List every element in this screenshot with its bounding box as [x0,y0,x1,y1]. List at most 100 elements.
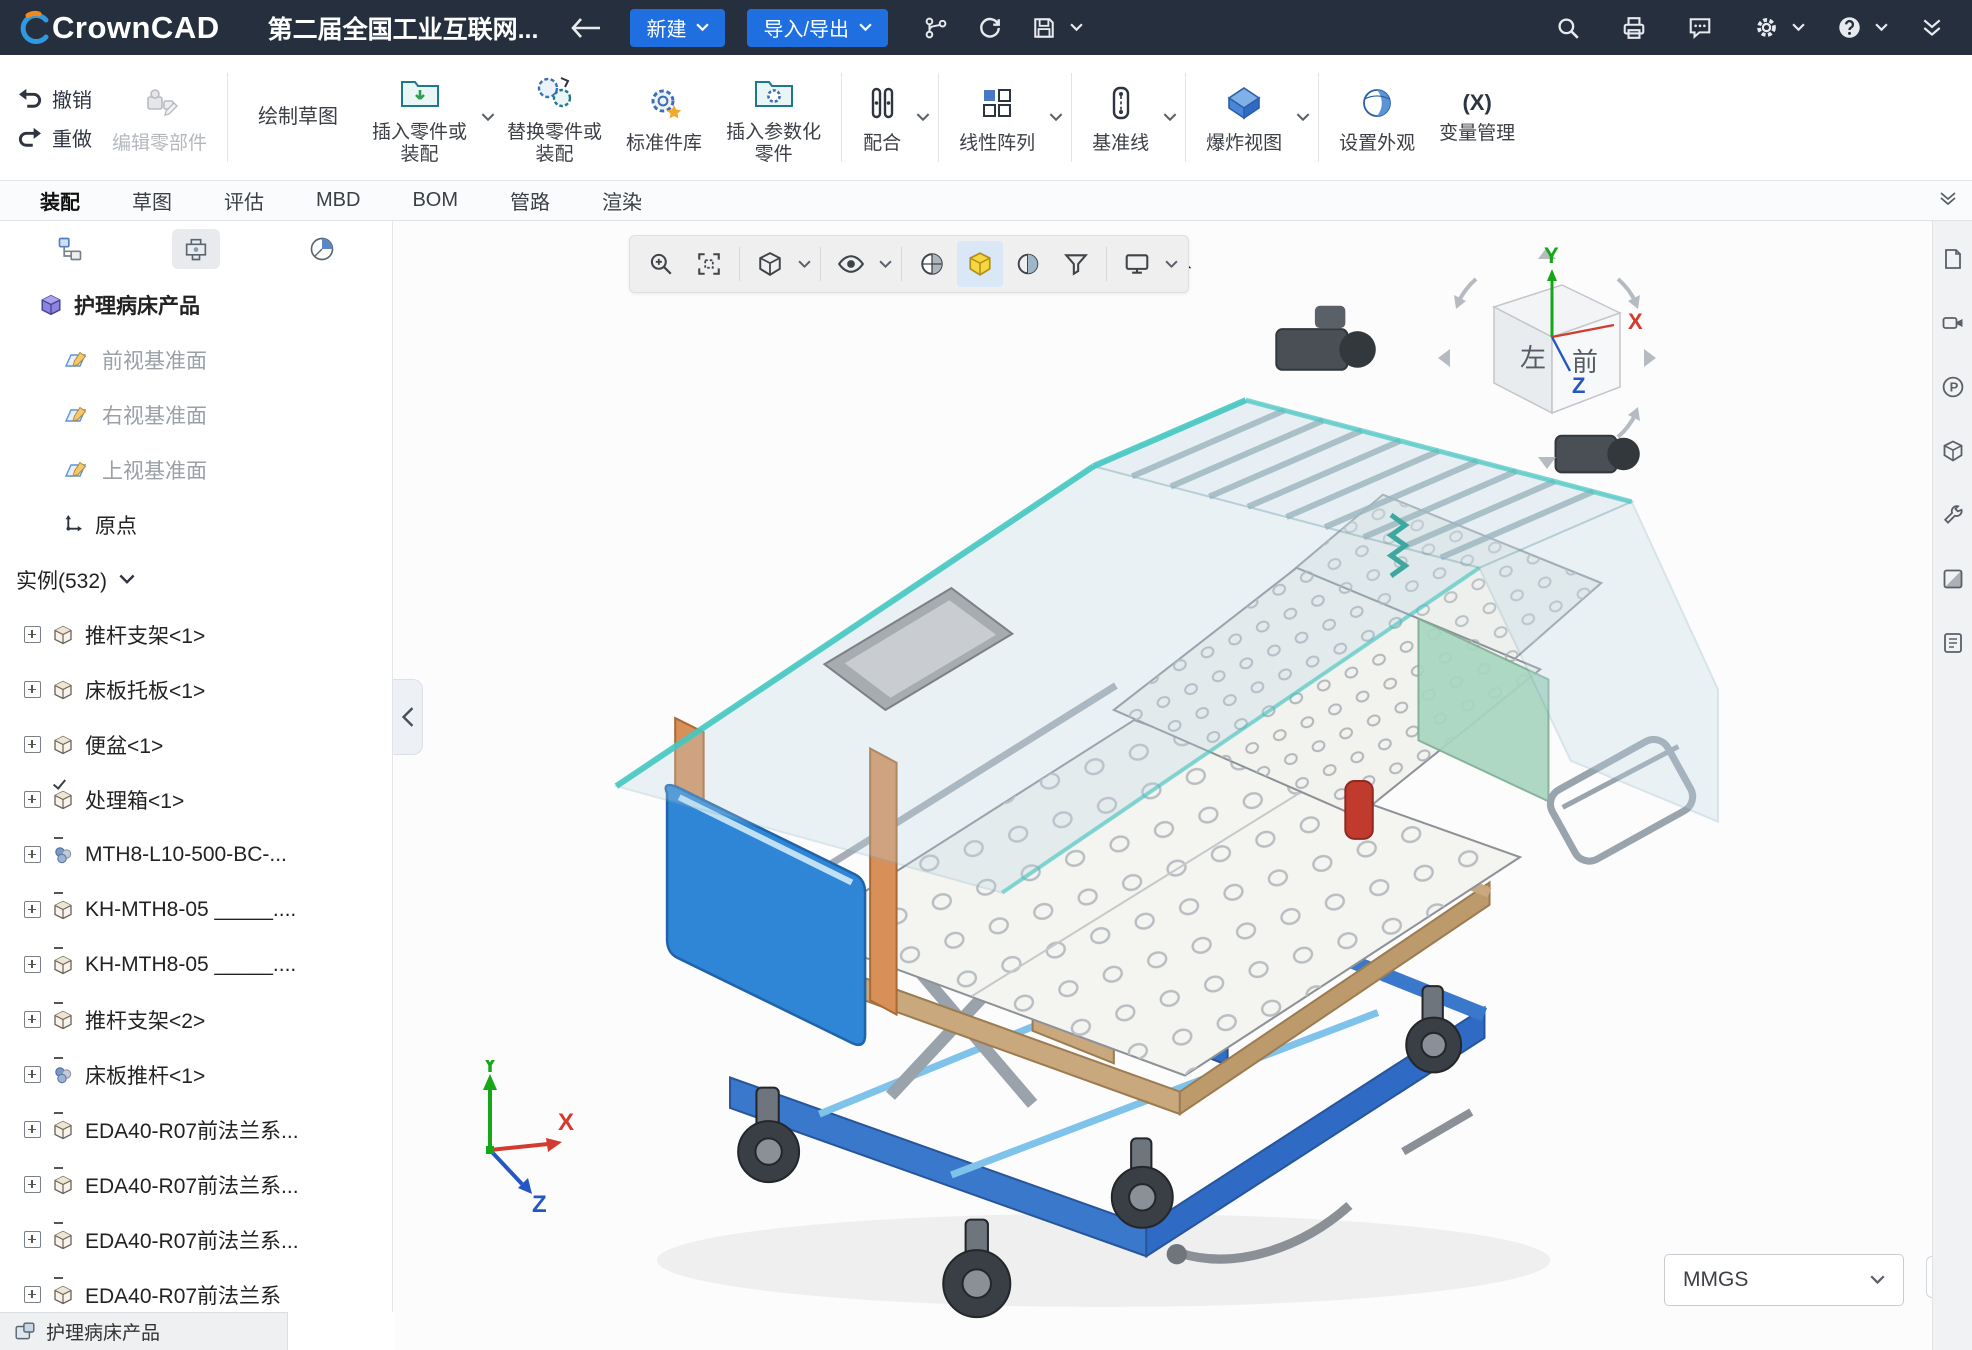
chevron-down-icon[interactable] [1875,23,1888,32]
tree-item-origin[interactable]: 原点 [0,497,392,552]
tree-item[interactable]: 推杆支架<1> [0,607,392,662]
chevron-down-icon[interactable] [1792,23,1805,32]
refresh-icon[interactable] [968,8,1012,48]
expand-icon[interactable] [24,901,41,918]
appearance-ball-icon[interactable] [909,241,955,287]
replace-part-button[interactable]: 替换零件或装配 [495,59,614,176]
display-settings-icon[interactable] [1114,241,1160,287]
new-button[interactable]: 新建 [630,9,725,47]
parts-box-icon[interactable] [1937,435,1969,467]
collapse-ribbon-icon[interactable] [1910,8,1954,48]
expand-icon[interactable] [24,1231,41,1248]
tree-item[interactable]: EDA40-R07前法兰系... [0,1102,392,1157]
view-cube[interactable]: 左 前 Y X Z [1432,243,1662,473]
panel-collapse-handle[interactable] [393,679,423,755]
undo-button[interactable]: 撤销 [18,84,92,113]
chevron-down-icon[interactable] [1296,113,1310,122]
save-icon[interactable] [1022,8,1066,48]
mate-button[interactable]: 配合 [850,76,914,159]
tab-assembly[interactable]: 装配 [14,180,106,221]
insert-parametric-button[interactable]: 插入参数化零件 [714,59,833,176]
shaded-display-icon[interactable] [957,241,1003,287]
help-icon[interactable] [1827,8,1871,48]
tab-sketch[interactable]: 草图 [106,180,198,221]
tools-wrench-icon[interactable] [1937,499,1969,531]
tree-item[interactable]: 处理箱<1> [0,772,392,827]
view-orientation-icon[interactable] [747,241,793,287]
expand-icon[interactable] [24,846,41,863]
display-state-icon[interactable] [1937,563,1969,595]
print3d-tab-icon[interactable] [172,229,220,269]
tree-item[interactable]: 便盆<1> [0,717,392,772]
3d-viewport[interactable]: 左 前 Y X Z Y X Z MMGS [394,221,1932,1350]
tab-bom[interactable]: BOM [386,183,484,218]
tree-item[interactable]: MTH8-L10-500-BC-... [0,827,392,882]
tab-evaluate[interactable]: 评估 [198,180,290,221]
video-record-icon[interactable] [1937,307,1969,339]
insert-part-button[interactable]: 插入零件或装配 [360,65,479,171]
print-icon[interactable] [1612,8,1656,48]
back-icon[interactable] [564,8,608,48]
expand-icon[interactable] [24,1121,41,1138]
expand-icon[interactable] [24,956,41,973]
chevron-down-icon[interactable] [916,113,930,122]
tree-item[interactable]: EDA40-R07前法兰系 [0,1267,392,1312]
set-appearance-button[interactable]: 设置外观 [1327,59,1427,176]
linear-pattern-button[interactable]: 线性阵列 [947,76,1047,159]
crowncad-logo[interactable]: CrownCAD [18,10,220,46]
expand-icon[interactable] [24,1066,41,1083]
tree-item[interactable]: 床板推杆<1> [0,1047,392,1102]
tab-mbd[interactable]: MBD [290,183,386,218]
comment-icon[interactable] [1678,8,1722,48]
variable-management-button[interactable]: (X) 变量管理 [1427,59,1527,176]
import-export-button[interactable]: 导入/导出 [747,9,888,47]
tree-item[interactable]: KH-MTH8-05 _____.... [0,882,392,937]
tab-render[interactable]: 渲染 [576,180,668,221]
tree-item-right-plane[interactable]: 右视基准面 [0,387,392,442]
tree-instances-header[interactable]: 实例(532) [0,552,392,607]
datum-line-button[interactable]: 基准线 [1080,76,1161,159]
filter-icon[interactable] [1053,241,1099,287]
chevron-down-icon[interactable] [795,241,813,287]
expand-icon[interactable] [24,1176,41,1193]
chevron-down-icon[interactable] [1049,113,1063,122]
section-view-icon[interactable] [1005,241,1051,287]
exploded-view-button[interactable]: 爆炸视图 [1194,76,1294,159]
tabbar-expand-icon[interactable] [1938,191,1958,210]
standard-library-button[interactable]: 标准件库 [614,59,714,176]
expand-icon[interactable] [24,681,41,698]
redo-button[interactable]: 重做 [18,123,92,152]
expand-icon[interactable] [24,626,41,643]
tree-item[interactable]: 推杆支架<2> [0,992,392,1047]
chevron-down-icon[interactable] [481,113,495,122]
edit-component-button[interactable]: 编辑零部件 [100,59,219,176]
settings-gear-icon[interactable] [1744,8,1788,48]
expand-icon[interactable] [24,791,41,808]
tree-item[interactable]: EDA40-R07前法兰系... [0,1157,392,1212]
chevron-down-icon[interactable] [1162,241,1180,287]
chevron-down-icon[interactable] [876,241,894,287]
expand-icon[interactable] [24,736,41,753]
units-selector[interactable]: MMGS [1664,1254,1904,1306]
tree-item[interactable]: KH-MTH8-05 _____.... [0,937,392,992]
tab-piping[interactable]: 管路 [484,180,576,221]
expand-icon[interactable] [24,1286,41,1303]
branch-icon[interactable] [914,8,958,48]
zoom-tool-icon[interactable] [638,241,684,287]
tree-item[interactable]: 床板托板<1> [0,662,392,717]
notes-list-icon[interactable] [1937,627,1969,659]
tree-root-product[interactable]: 护理病床产品 [0,277,392,332]
zoom-fit-icon[interactable] [686,241,732,287]
draw-sketch-button[interactable]: 绘制草图 [236,59,360,176]
structure-tree-tab-icon[interactable] [46,229,94,269]
visibility-eye-icon[interactable] [828,241,874,287]
tree-item[interactable]: EDA40-R07前法兰系... [0,1212,392,1267]
task-pane-icon[interactable] [1937,243,1969,275]
display-states-tab-icon[interactable] [298,229,346,269]
search-icon[interactable] [1546,8,1590,48]
chevron-down-icon[interactable] [1163,113,1177,122]
tree-item-front-plane[interactable]: 前视基准面 [0,332,392,387]
chevron-down-icon[interactable] [1070,23,1083,32]
tree-item-top-plane[interactable]: 上视基准面 [0,442,392,497]
properties-icon[interactable]: P [1937,371,1969,403]
